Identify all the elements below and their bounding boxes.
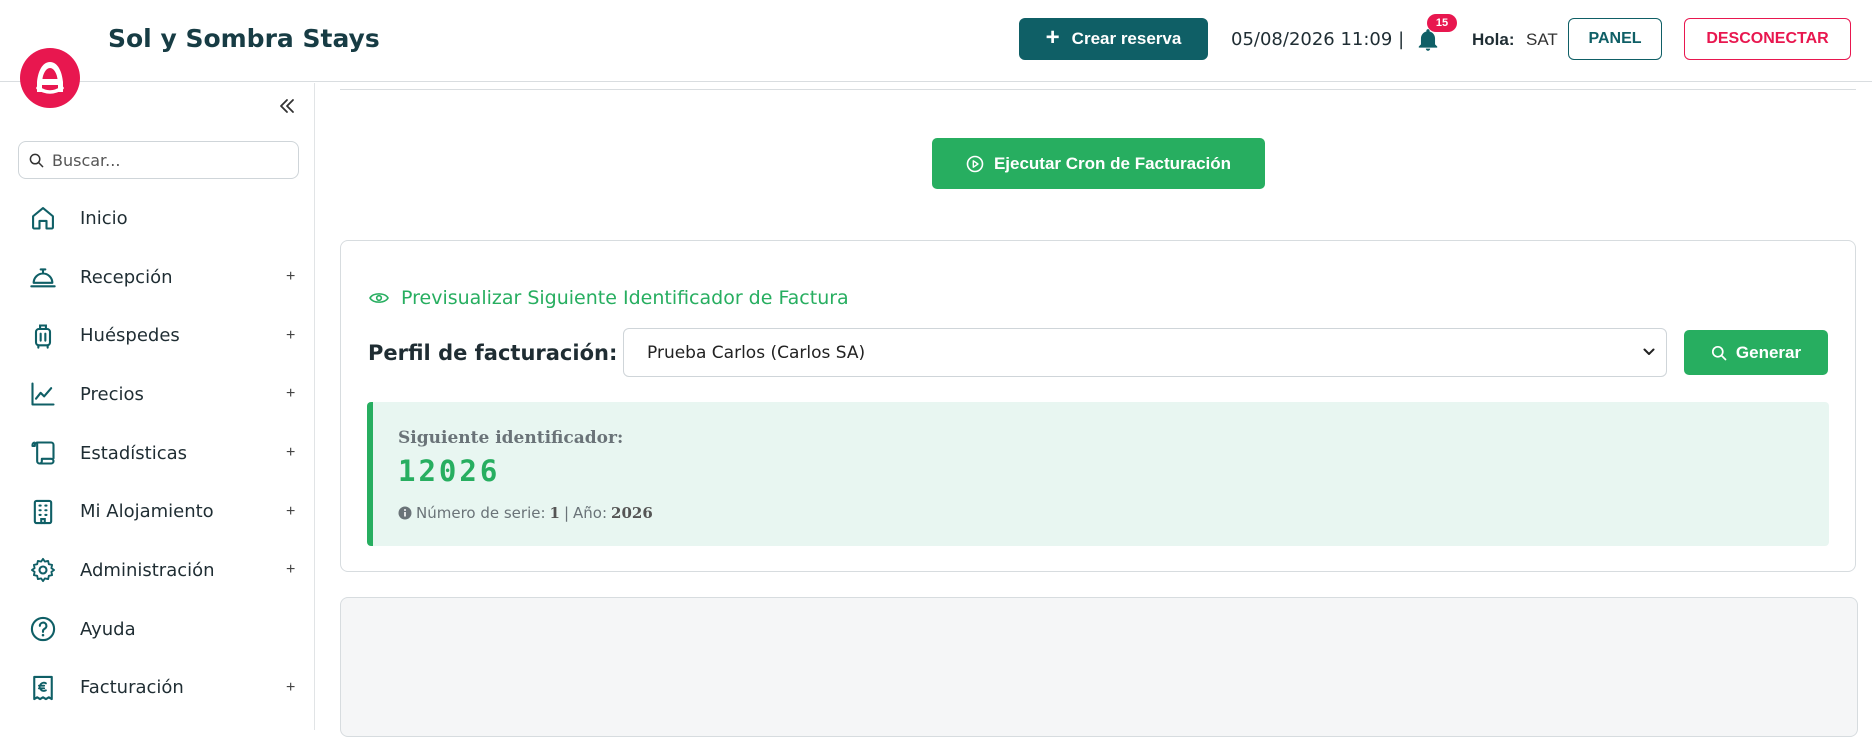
- scroll-icon: [28, 438, 58, 468]
- expand-indicator: +: [286, 385, 296, 403]
- expand-indicator: +: [286, 678, 296, 696]
- app-title: Sol y Sombra Stays: [108, 24, 380, 53]
- eye-icon: [369, 293, 389, 303]
- search-icon: [1711, 345, 1727, 360]
- chart-line-icon: [28, 379, 58, 409]
- play-circle-icon: [966, 155, 984, 172]
- search-input[interactable]: [52, 150, 282, 170]
- run-billing-cron-button[interactable]: Ejecutar Cron de Facturación: [932, 138, 1265, 189]
- sidebar-item-label: Ayuda: [80, 618, 136, 640]
- year-label: Año:: [573, 504, 608, 522]
- series-label: Número de serie:: [416, 504, 546, 522]
- next-identifier-value: 12026: [398, 454, 501, 488]
- sidebar-item-mi-alojamiento[interactable]: Mi Alojamiento +: [0, 482, 315, 541]
- card-title: Previsualizar Siguiente Identificador de…: [369, 287, 849, 309]
- user-name: SAT: [1526, 30, 1558, 49]
- sidebar-item-label: Facturación: [80, 677, 184, 699]
- year-value: 2026: [611, 504, 653, 522]
- collapse-sidebar-icon[interactable]: [278, 97, 298, 117]
- billing-profile-selected-value: Prueba Carlos (Carlos SA): [647, 342, 866, 363]
- top-header: Sol y Sombra Stays + Crear reserva 05/08…: [0, 0, 1872, 82]
- sidebar-item-label: Administración: [80, 559, 215, 581]
- luggage-icon: [28, 321, 58, 351]
- sidebar: Inicio Recepción + Huéspedes + Precios +: [0, 83, 315, 730]
- info-icon: [398, 506, 412, 520]
- panel-button[interactable]: PANEL: [1568, 18, 1662, 60]
- sidebar-item-huespedes[interactable]: Huéspedes +: [0, 306, 315, 365]
- secondary-panel: [340, 597, 1858, 737]
- greeting-label: Hola:: [1472, 30, 1515, 49]
- sidebar-item-precios[interactable]: Precios +: [0, 365, 315, 424]
- expand-indicator: +: [286, 502, 296, 520]
- run-billing-cron-label: Ejecutar Cron de Facturación: [993, 153, 1232, 173]
- sidebar-item-label: Precios: [80, 383, 144, 405]
- billing-profile-select[interactable]: Prueba Carlos (Carlos SA): [623, 328, 1667, 377]
- identifier-meta: Número de serie: 1 | Año: 2026: [398, 504, 653, 522]
- receipt-euro-icon: [28, 673, 58, 703]
- sidebar-item-label: Mi Alojamiento: [80, 501, 214, 523]
- building-icon: [28, 497, 58, 527]
- notifications-count-badge: 15: [1427, 14, 1457, 32]
- brand-logo-icon: [36, 62, 64, 94]
- next-identifier-label: Siguiente identificador:: [398, 428, 624, 448]
- meta-separator: |: [563, 504, 570, 522]
- sidebar-item-label: Estadísticas: [80, 442, 188, 464]
- sidebar-item-administracion[interactable]: Administración +: [0, 541, 315, 600]
- next-identifier-result: Siguiente identificador: 12026 Número de…: [367, 402, 1829, 546]
- search-icon: [29, 153, 44, 167]
- chevron-down-icon: [1643, 348, 1655, 355]
- bell-desk-icon: [28, 262, 58, 292]
- logout-button[interactable]: DESCONECTAR: [1684, 18, 1851, 60]
- billing-profile-label: Perfil de facturación:: [368, 341, 618, 365]
- create-reservation-button[interactable]: + Crear reserva: [1019, 18, 1208, 60]
- sidebar-item-ayuda[interactable]: Ayuda: [0, 600, 315, 659]
- card-title-text: Previsualizar Siguiente Identificador de…: [401, 287, 849, 309]
- sidebar-item-label: Huéspedes: [80, 325, 180, 347]
- content-divider: [340, 89, 1856, 90]
- invoice-id-preview-card: Previsualizar Siguiente Identificador de…: [340, 240, 1856, 572]
- generate-button-label: Generar: [1735, 342, 1802, 362]
- help-circle-icon: [28, 614, 58, 644]
- expand-indicator: +: [286, 326, 296, 344]
- expand-indicator: +: [286, 561, 296, 579]
- current-datetime: 05/08/2026 11:09 |: [1231, 29, 1405, 50]
- plus-icon: +: [1045, 24, 1060, 51]
- home-icon: [28, 203, 58, 233]
- sidebar-nav: Inicio Recepción + Huéspedes + Precios +: [0, 189, 315, 717]
- series-value: 1: [549, 504, 560, 522]
- sidebar-item-label: Recepción: [80, 266, 173, 288]
- sidebar-search[interactable]: [18, 141, 299, 179]
- sidebar-item-facturacion[interactable]: Facturación +: [0, 659, 315, 718]
- create-reservation-label: Crear reserva: [1071, 29, 1182, 48]
- sidebar-item-estadisticas[interactable]: Estadísticas +: [0, 424, 315, 483]
- brand-logo[interactable]: [20, 48, 80, 108]
- generate-button[interactable]: Generar: [1684, 330, 1828, 375]
- expand-indicator: +: [286, 444, 296, 462]
- expand-indicator: +: [286, 268, 296, 286]
- sidebar-item-inicio[interactable]: Inicio: [0, 189, 315, 248]
- sidebar-item-label: Inicio: [80, 207, 128, 229]
- gear-icon: [28, 555, 58, 585]
- sidebar-item-recepcion[interactable]: Recepción +: [0, 248, 315, 307]
